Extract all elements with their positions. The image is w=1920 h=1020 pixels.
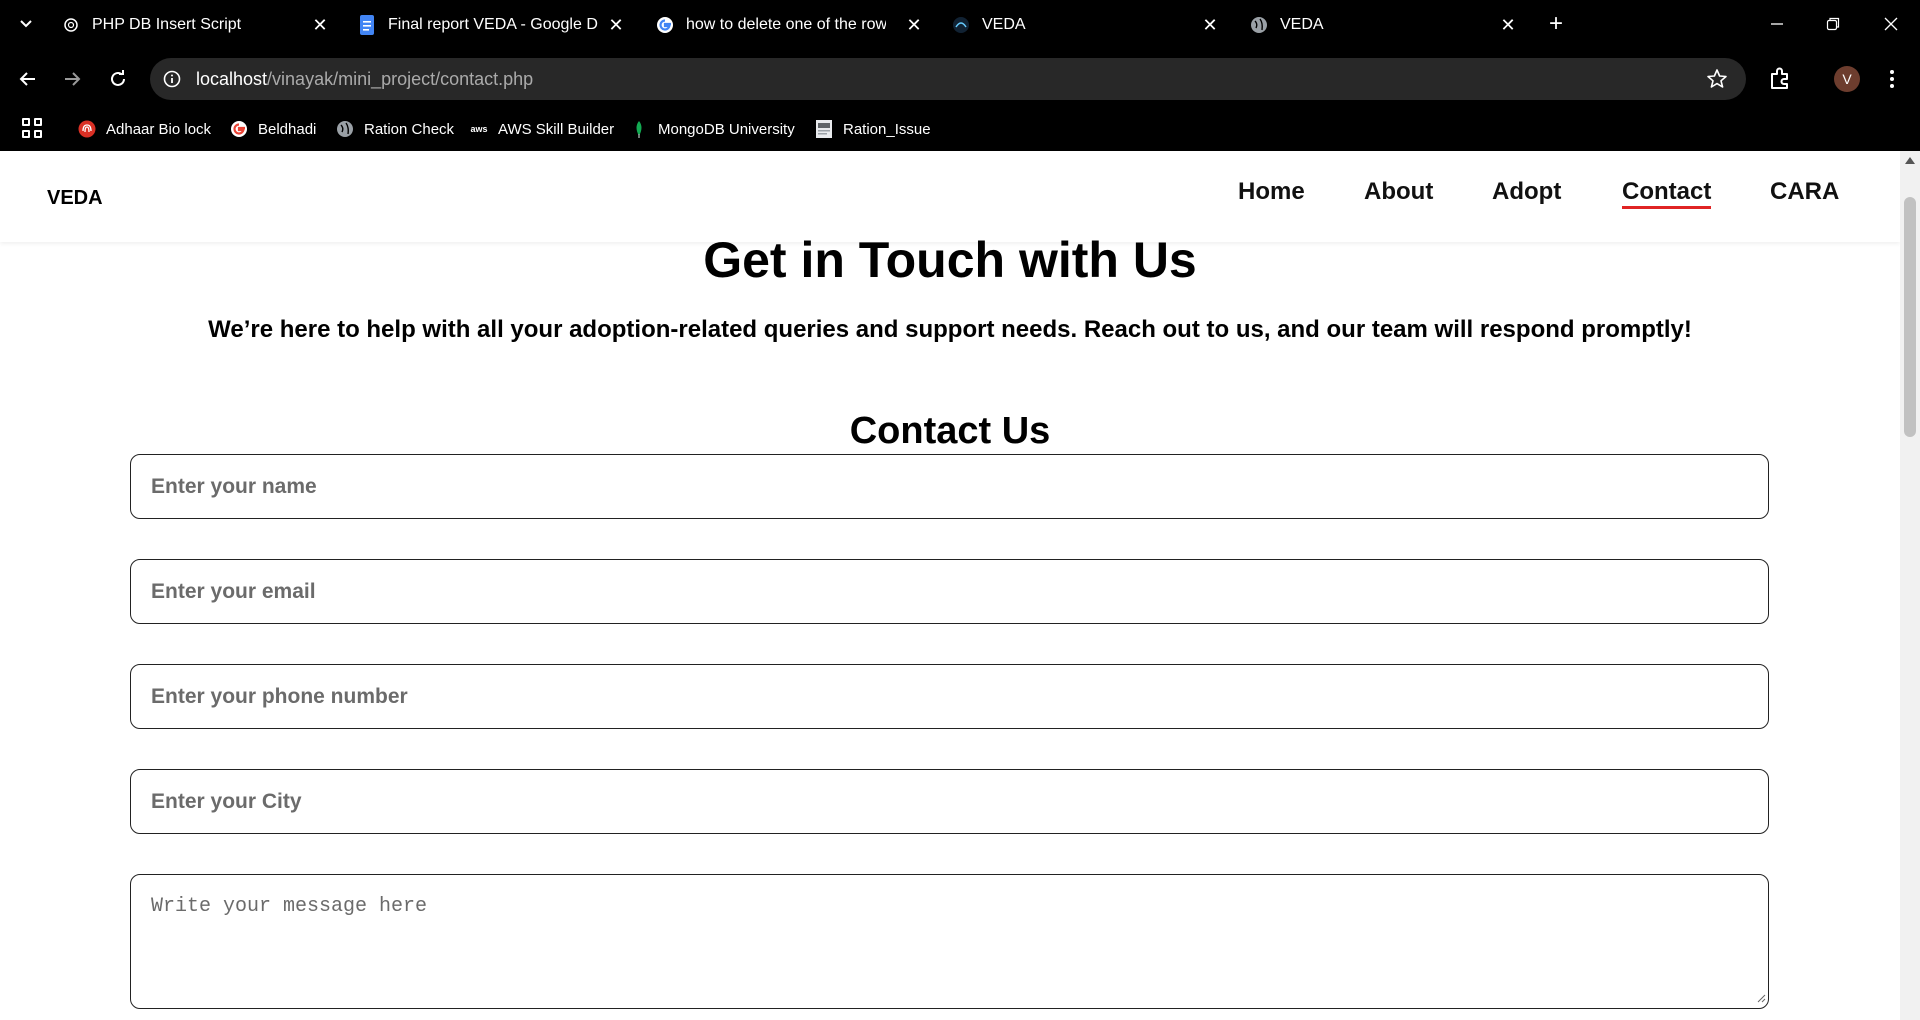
close-icon[interactable]: ✕ bbox=[308, 13, 332, 37]
tab-php-db-insert[interactable]: PHP DB Insert Script ✕ bbox=[62, 8, 332, 42]
mongodb-icon bbox=[630, 120, 648, 138]
tab-veda-1[interactable]: VEDA ✕ bbox=[952, 8, 1222, 42]
minimize-icon bbox=[1771, 23, 1783, 25]
site-info-icon[interactable] bbox=[162, 69, 182, 89]
tab-search-button[interactable] bbox=[14, 12, 38, 36]
url-text: localhost/vinayak/mini_project/contact.p… bbox=[196, 69, 533, 90]
page-viewport: VEDA Home About Adopt Contact CARA Get i… bbox=[0, 151, 1920, 1020]
minimize-button[interactable] bbox=[1762, 12, 1792, 36]
fingerprint-icon bbox=[78, 120, 96, 138]
chevron-down-icon bbox=[20, 20, 32, 28]
chatgpt-icon bbox=[62, 16, 80, 34]
google-icon bbox=[230, 120, 248, 138]
forward-button[interactable] bbox=[58, 65, 86, 93]
nav-contact[interactable]: Contact bbox=[1622, 178, 1712, 209]
tab-strip: PHP DB Insert Script ✕ Final report VEDA… bbox=[0, 0, 1920, 50]
bookmark-ration-issue[interactable]: Ration_Issue bbox=[815, 116, 931, 142]
bookmark-label: Beldhadi bbox=[258, 120, 317, 138]
profile-avatar[interactable]: V bbox=[1834, 66, 1860, 92]
bookmark-adhaar-bio-lock[interactable]: Adhaar Bio lock bbox=[78, 116, 211, 142]
google-icon bbox=[656, 16, 674, 34]
browser-toolbar: localhost/vinayak/mini_project/contact.p… bbox=[0, 50, 1920, 108]
tab-title: how to delete one of the rows in bbox=[686, 16, 886, 33]
scroll-up-arrow-icon[interactable] bbox=[1905, 157, 1915, 164]
tab-title: VEDA bbox=[1280, 16, 1324, 33]
back-button[interactable] bbox=[14, 65, 42, 93]
tab-veda-2[interactable]: VEDA ✕ bbox=[1250, 8, 1520, 42]
apps-grid-icon[interactable] bbox=[22, 118, 42, 138]
star-icon[interactable] bbox=[1706, 68, 1728, 90]
bookmark-aws-skill-builder[interactable]: aws AWS Skill Builder bbox=[470, 116, 614, 142]
aws-icon: aws bbox=[470, 124, 488, 134]
contact-form-title: Contact Us bbox=[849, 410, 1051, 452]
bookmark-label: MongoDB University bbox=[658, 120, 795, 138]
page-scrollbar[interactable] bbox=[1900, 151, 1920, 1020]
nav-about[interactable]: About bbox=[1364, 178, 1433, 206]
reload-button[interactable] bbox=[104, 65, 132, 93]
address-bar[interactable]: localhost/vinayak/mini_project/contact.p… bbox=[150, 58, 1746, 100]
window-close-button[interactable] bbox=[1876, 12, 1906, 36]
site-header: VEDA Home About Adopt Contact CARA bbox=[0, 151, 1900, 242]
close-icon[interactable]: ✕ bbox=[1496, 13, 1520, 37]
close-icon[interactable]: ✕ bbox=[902, 13, 926, 37]
close-icon bbox=[1884, 17, 1898, 31]
extensions-icon[interactable] bbox=[1767, 66, 1793, 92]
bookmarks-bar: Adhaar Bio lock Beldhadi Ration Check aw… bbox=[0, 108, 1920, 151]
site-brand[interactable]: VEDA bbox=[47, 187, 103, 210]
bookmark-label: Ration Check bbox=[364, 120, 455, 138]
bookmark-mongodb-university[interactable]: MongoDB University bbox=[630, 116, 795, 142]
globe-icon bbox=[336, 120, 354, 138]
tab-title: PHP DB Insert Script bbox=[92, 16, 242, 33]
google-docs-icon bbox=[358, 15, 376, 35]
browser-window: PHP DB Insert Script ✕ Final report VEDA… bbox=[0, 0, 1920, 1020]
email-field[interactable] bbox=[130, 559, 1769, 624]
bookmark-beldhadi[interactable]: Beldhadi bbox=[230, 116, 316, 142]
browser-menu-button[interactable] bbox=[1885, 66, 1899, 92]
url-path: /vinayak/mini_project/contact.php bbox=[267, 68, 534, 89]
url-host: localhost bbox=[196, 68, 268, 89]
resize-grip-icon[interactable] bbox=[1756, 993, 1766, 1003]
page-subtitle: We’re here to help with all your adoptio… bbox=[208, 316, 1692, 343]
page-title: Get in Touch with Us bbox=[703, 232, 1197, 288]
bookmark-label: Adhaar Bio lock bbox=[106, 120, 212, 138]
bookmark-label: AWS Skill Builder bbox=[498, 120, 615, 138]
tab-title: Final report VEDA - Google Doc bbox=[388, 16, 598, 33]
scrollbar-thumb[interactable] bbox=[1904, 197, 1916, 437]
nav-home[interactable]: Home bbox=[1238, 178, 1305, 206]
arrow-right-icon bbox=[65, 72, 81, 86]
nav-adopt[interactable]: Adopt bbox=[1492, 178, 1561, 206]
bookmark-ration-check[interactable]: Ration Check bbox=[336, 116, 454, 142]
reload-icon bbox=[111, 70, 125, 86]
veda-icon bbox=[952, 16, 970, 34]
new-tab-button[interactable]: + bbox=[1544, 10, 1568, 37]
bookmark-label: Ration_Issue bbox=[843, 120, 931, 138]
tab-final-report[interactable]: Final report VEDA - Google Doc ✕ bbox=[358, 8, 628, 42]
name-field[interactable] bbox=[130, 454, 1769, 519]
phone-field[interactable] bbox=[130, 664, 1769, 729]
globe-icon bbox=[1250, 16, 1268, 34]
restore-icon bbox=[1826, 17, 1840, 31]
city-field[interactable] bbox=[130, 769, 1769, 834]
restore-button[interactable] bbox=[1818, 12, 1848, 36]
message-field[interactable] bbox=[130, 874, 1769, 1009]
arrow-left-icon bbox=[19, 72, 35, 86]
close-icon[interactable]: ✕ bbox=[1198, 13, 1222, 37]
tab-delete-rows-search[interactable]: how to delete one of the rows in ✕ bbox=[656, 8, 926, 42]
nav-cara[interactable]: CARA bbox=[1770, 178, 1839, 206]
tab-title: VEDA bbox=[982, 16, 1026, 33]
close-icon[interactable]: ✕ bbox=[604, 13, 628, 37]
document-icon bbox=[815, 120, 833, 138]
